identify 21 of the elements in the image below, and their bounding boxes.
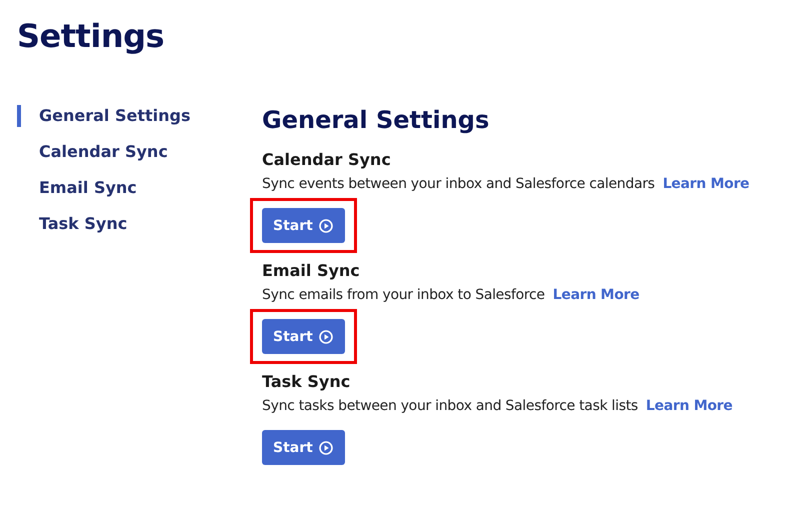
start-button[interactable]: Start — [262, 208, 345, 243]
sidebar-item[interactable]: Calendar Sync — [17, 141, 168, 163]
learn-more-link[interactable]: Learn More — [662, 176, 750, 192]
page-title: Settings — [17, 17, 164, 55]
section-title: Calendar Sync — [262, 150, 391, 169]
section-heading: General Settings — [262, 106, 490, 134]
play-circle-icon — [318, 218, 333, 232]
play-circle-icon — [318, 330, 333, 344]
section-title: Task Sync — [262, 372, 350, 391]
learn-more-link[interactable]: Learn More — [646, 398, 732, 414]
start-button[interactable]: Start — [262, 430, 345, 465]
section-description: Sync tasks between your inbox and Salesforce task lists — [262, 398, 638, 414]
sidebar-item[interactable]: Task Sync — [17, 213, 128, 235]
play-circle-icon — [318, 440, 333, 454]
sidebar-item[interactable]: General Settings — [17, 105, 190, 127]
learn-more-link[interactable]: Learn More — [552, 287, 640, 303]
section-title: Email Sync — [262, 261, 360, 280]
section-description: Sync events between your inbox and Salesforce calendars — [262, 176, 655, 192]
section-description: Sync emails from your inbox to Salesforce — [262, 287, 545, 303]
start-button[interactable]: Start — [262, 319, 345, 354]
sidebar-item[interactable]: Email Sync — [17, 177, 137, 199]
